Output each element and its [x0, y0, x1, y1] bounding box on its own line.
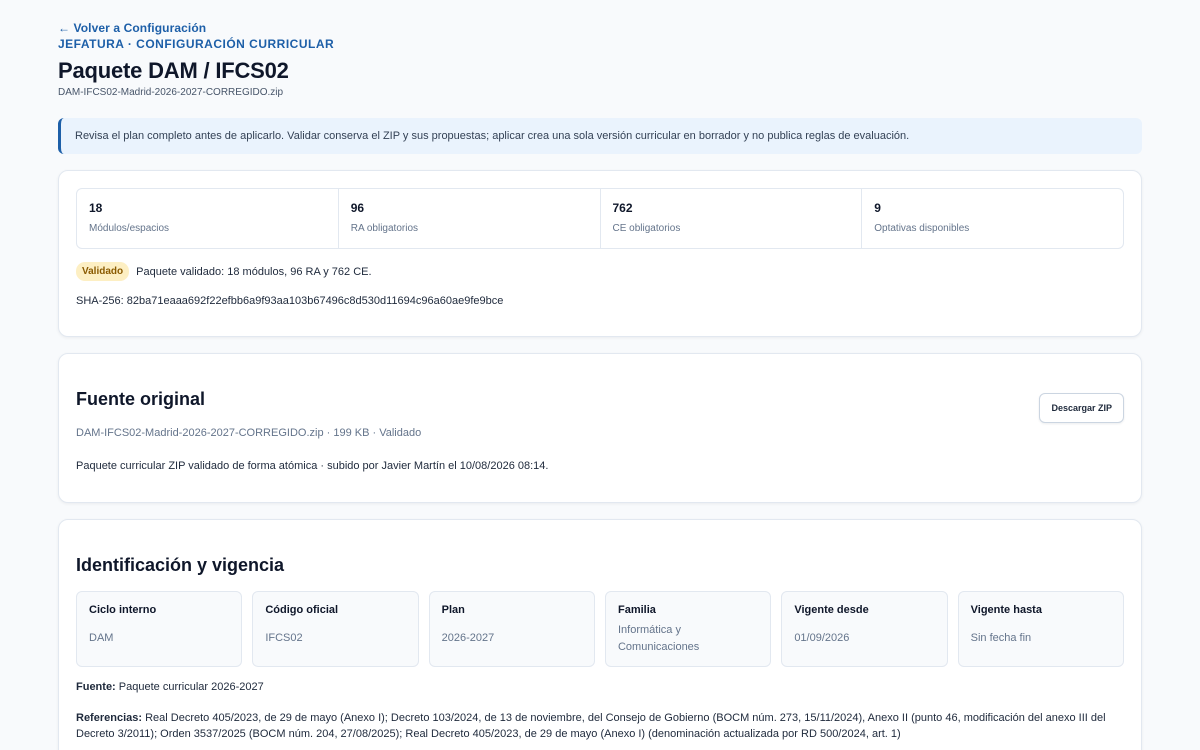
page-title: Paquete DAM / IFCS02: [58, 58, 289, 83]
fuente-value: Paquete curricular 2026-2027: [118, 681, 264, 693]
field-label: Plan: [441, 604, 465, 616]
back-to-settings-link[interactable]: ← Volver a Configuración: [58, 21, 206, 35]
field-ciclo-interno: Ciclo interno DAM: [76, 591, 243, 667]
field-value: Sin fecha fin: [970, 631, 1032, 644]
references-row: Referencias: Real Decreto 405/2023, de 2…: [76, 710, 1126, 742]
stat-label: Optativas disponibles: [874, 223, 970, 234]
fuente-row: Fuente: Paquete curricular 2026-2027: [76, 681, 264, 693]
field-familia: Familia Informática y Comunicaciones: [604, 591, 772, 667]
file-meta: DAM-IFCS02-Madrid-2026-2027-CORREGIDO.zi…: [76, 427, 422, 439]
stat-modules: 18 Módulos/espacios: [77, 189, 339, 248]
stat-value: 18: [89, 201, 103, 215]
stats-grid: 18 Módulos/espacios 96 RA obligatorios 7…: [76, 188, 1124, 249]
field-vigente-hasta: Vigente hasta Sin fecha fin: [957, 591, 1124, 667]
references-value: Real Decreto 405/2023, de 29 de mayo (An…: [76, 712, 1106, 740]
page-subtitle-filename: DAM-IFCS02-Madrid-2026-2027-CORREGIDO.zi…: [58, 87, 284, 98]
field-value: Informática y Comunicaciones: [617, 624, 700, 653]
stat-ce: 762 CE obligatorios: [601, 189, 863, 248]
identification-card: Identificación y vigencia Ciclo interno …: [58, 519, 1142, 750]
stat-optativas: 9 Optativas disponibles: [862, 189, 1123, 248]
field-label: Ciclo interno: [89, 604, 157, 616]
field-plan: Plan 2026-2027: [428, 591, 595, 667]
stat-label: RA obligatorios: [350, 223, 419, 234]
field-value: 2026-2027: [441, 631, 495, 644]
field-vigente-desde: Vigente desde 01/09/2026: [781, 591, 948, 667]
validation-message: Paquete validado: 18 módulos, 96 RA y 76…: [136, 265, 372, 278]
review-notice: Revisa el plan completo antes de aplicar…: [58, 118, 1142, 154]
download-zip-button[interactable]: Descargar ZIP: [1039, 393, 1124, 423]
stat-value: 9: [874, 201, 881, 215]
field-label: Código oficial: [265, 604, 339, 616]
stat-label: CE obligatorios: [612, 223, 681, 234]
validation-status-row: Validado Paquete validado: 18 módulos, 9…: [76, 262, 372, 281]
field-label: Vigente desde: [794, 604, 869, 616]
field-value: IFCS02: [265, 631, 303, 644]
status-badge: Validado: [76, 262, 130, 281]
identification-fields: Ciclo interno DAM Código oficial IFCS02 …: [76, 591, 1124, 667]
references-label: Referencias:: [76, 712, 143, 724]
field-value: 01/09/2026: [794, 631, 850, 644]
section-title-source: Fuente original: [76, 389, 206, 409]
file-description: Paquete curricular ZIP validado de forma…: [76, 460, 549, 472]
stat-ra: 96 RA obligatorios: [339, 189, 601, 248]
sha256-hash: SHA-256: 82ba71eaaa692f22efbb6a9f93aa103…: [76, 295, 504, 307]
field-value: DAM: [89, 631, 114, 644]
package-summary-card: 18 Módulos/espacios 96 RA obligatorios 7…: [58, 170, 1142, 337]
stat-value: 96: [350, 201, 365, 215]
stat-label: Módulos/espacios: [89, 223, 170, 234]
fuente-label: Fuente:: [76, 681, 116, 693]
field-label: Vigente hasta: [970, 604, 1042, 616]
field-label: Familia: [617, 604, 656, 616]
stat-value: 762: [612, 201, 633, 215]
source-card: Fuente original Descargar ZIP DAM-IFCS02…: [58, 353, 1142, 503]
field-codigo-oficial: Código oficial IFCS02: [252, 591, 419, 667]
breadcrumb-eyebrow: JEFATURA · CONFIGURACIÓN CURRICULAR: [58, 37, 335, 51]
review-notice-text: Revisa el plan completo antes de aplicar…: [75, 130, 910, 142]
section-title-identification: Identificación y vigencia: [76, 555, 285, 575]
